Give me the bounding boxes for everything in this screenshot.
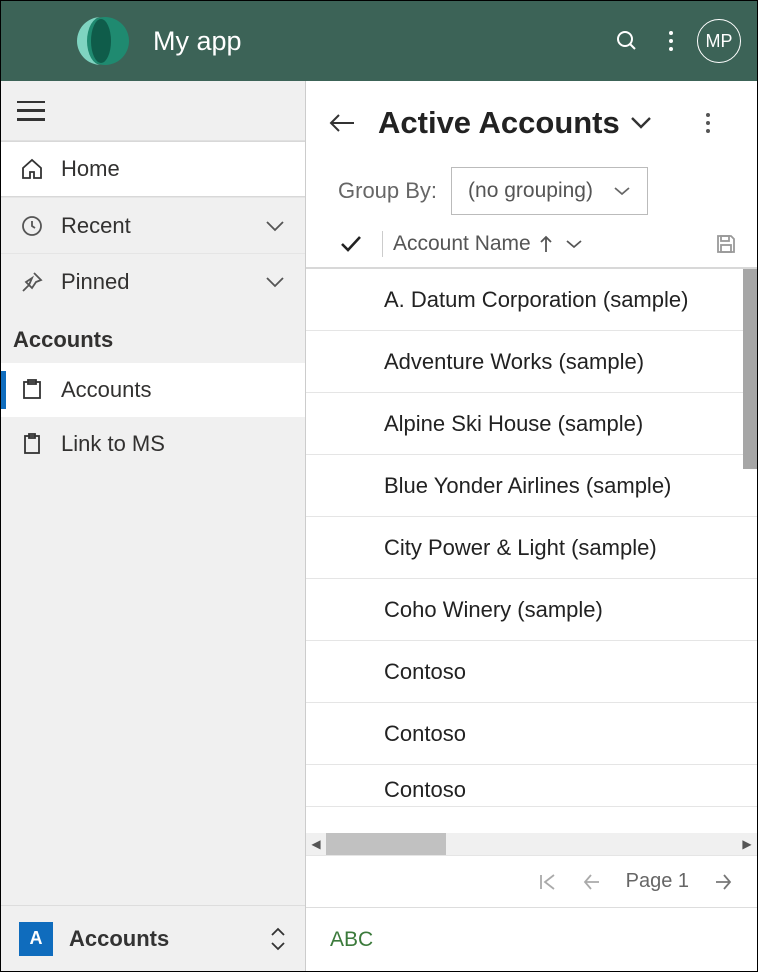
updown-icon (269, 926, 287, 952)
nav-recent-label: Recent (61, 213, 131, 239)
accounts-icon (19, 377, 45, 403)
pager: Page 1 (306, 855, 757, 907)
save-icon[interactable] (715, 233, 737, 255)
nav-pinned-label: Pinned (61, 269, 130, 295)
horizontal-scrollbar[interactable]: ◀ ▶ (306, 833, 757, 855)
chevron-down-icon (613, 186, 631, 196)
back-button[interactable] (328, 109, 356, 137)
view-title: Active Accounts (378, 105, 620, 141)
app-title: My app (153, 26, 242, 57)
vertical-scrollbar-thumb[interactable] (743, 269, 757, 469)
avatar[interactable]: MP (697, 19, 741, 63)
column-menu-chevron[interactable] (565, 239, 583, 249)
header-more-button[interactable] (649, 19, 693, 63)
sidebar-section-header: Accounts (1, 309, 305, 363)
horizontal-scrollbar-thumb[interactable] (326, 833, 446, 855)
groupby-select[interactable]: (no grouping) (451, 167, 648, 215)
pager-next-button[interactable] (713, 873, 733, 891)
nav-home-label: Home (61, 156, 120, 182)
search-button[interactable] (605, 19, 649, 63)
pager-first-button[interactable] (538, 873, 558, 891)
scroll-right-icon[interactable]: ▶ (737, 837, 757, 851)
sidebar-item-link[interactable]: Link to MS (1, 417, 305, 471)
nav-recent[interactable]: Recent (1, 197, 305, 253)
clipboard-icon (19, 431, 45, 457)
account-row[interactable]: Contoso (306, 765, 757, 807)
app-logo (73, 13, 129, 69)
sidebar-item-accounts-label: Accounts (61, 377, 152, 403)
column-account-name[interactable]: Account Name (393, 232, 531, 256)
account-row[interactable]: Alpine Ski House (sample) (306, 393, 757, 455)
account-row[interactable]: A. Datum Corporation (sample) (306, 269, 757, 331)
pager-label: Page 1 (626, 870, 689, 893)
account-row[interactable]: Blue Yonder Airlines (sample) (306, 455, 757, 517)
view-more-button[interactable] (705, 112, 735, 134)
footer-text: ABC (306, 907, 757, 971)
scroll-left-icon[interactable]: ◀ (306, 837, 326, 851)
column-header-row: Account Name (306, 229, 757, 269)
sort-asc-icon (539, 235, 553, 253)
app-header: My app MP (1, 1, 757, 81)
pin-icon (19, 269, 45, 295)
app-badge: A (19, 922, 53, 956)
hamburger-button[interactable] (17, 101, 45, 121)
account-row[interactable]: Contoso (306, 703, 757, 765)
view-selector-chevron[interactable] (630, 116, 652, 130)
pager-prev-button[interactable] (582, 873, 602, 891)
sidebar-item-link-label: Link to MS (61, 431, 165, 457)
account-row[interactable]: Contoso (306, 641, 757, 703)
chevron-down-icon (265, 220, 287, 232)
app-switcher-label: Accounts (69, 926, 169, 952)
sidebar-app-switcher[interactable]: A Accounts (1, 905, 305, 971)
nav-home[interactable]: Home (1, 141, 305, 197)
select-all-check[interactable] (340, 235, 362, 253)
groupby-value: (no grouping) (468, 179, 593, 203)
account-list: A. Datum Corporation (sample)Adventure W… (306, 269, 757, 833)
account-row[interactable]: Coho Winery (sample) (306, 579, 757, 641)
home-icon (19, 156, 45, 182)
nav-pinned[interactable]: Pinned (1, 253, 305, 309)
chevron-down-icon (265, 276, 287, 288)
sidebar-item-accounts[interactable]: Accounts (1, 363, 305, 417)
main-content: Active Accounts Group By: (no grouping) … (306, 81, 757, 971)
clock-icon (19, 213, 45, 239)
account-row[interactable]: Adventure Works (sample) (306, 331, 757, 393)
sidebar: Home Recent Pinned Accou (1, 81, 306, 971)
account-row[interactable]: City Power & Light (sample) (306, 517, 757, 579)
groupby-label: Group By: (338, 178, 437, 204)
